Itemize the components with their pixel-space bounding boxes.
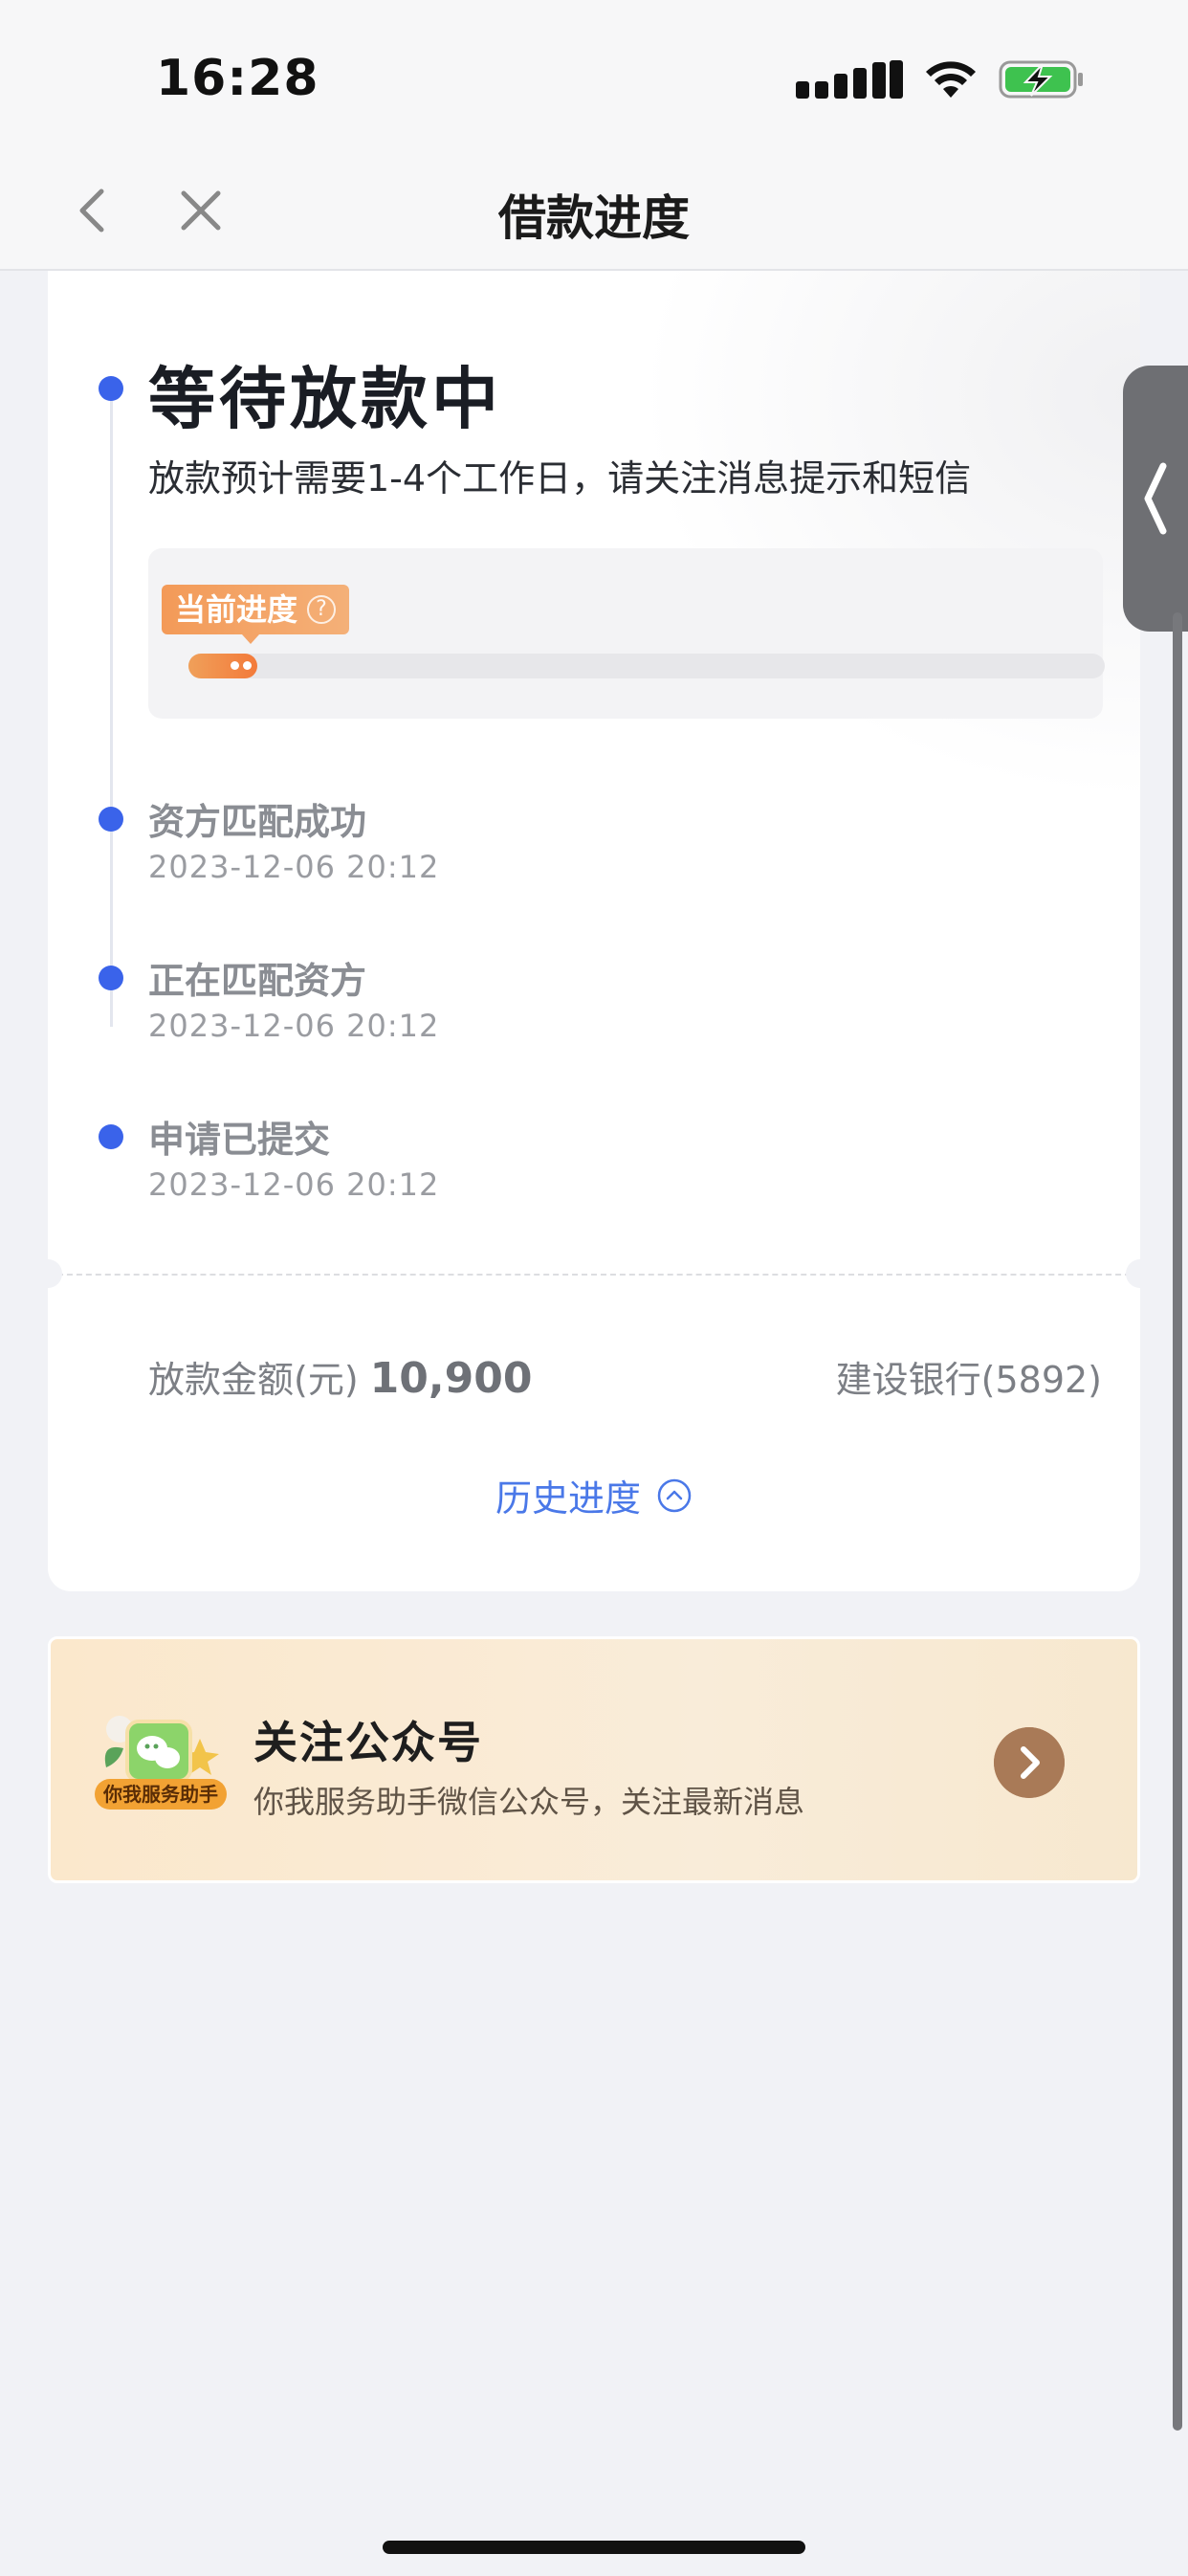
chevron-right-icon[interactable]: [994, 1727, 1065, 1798]
step-title: 申请已提交: [148, 1119, 331, 1161]
current-status-title: 等待放款中: [148, 360, 502, 438]
wifi-icon: [926, 61, 976, 98]
loan-progress-card: 等待放款中 放款预计需要1-4个工作日，请关注消息提示和短信 当前进度 ? 资方…: [48, 271, 1140, 1591]
step-time: 2023-12-06 20:12: [148, 849, 440, 885]
scrollbar[interactable]: [1173, 612, 1182, 2431]
cellular-signal-icon: [796, 60, 903, 99]
step-time: 2023-12-06 20:12: [148, 1166, 440, 1203]
step-title: 正在匹配资方: [148, 960, 367, 1002]
history-progress-link[interactable]: 历史进度: [48, 1469, 1140, 1521]
home-indicator[interactable]: [383, 2541, 805, 2554]
page-title: 借款进度: [498, 190, 690, 246]
nav-bar: 借款进度: [0, 153, 1188, 271]
progress-panel: 当前进度 ?: [148, 548, 1105, 719]
help-question-icon[interactable]: ?: [307, 595, 337, 624]
timeline-line: [110, 386, 113, 1027]
history-progress-label: 历史进度: [495, 1477, 641, 1520]
step-time: 2023-12-06 20:12: [148, 1008, 440, 1044]
step-title: 资方匹配成功: [148, 801, 367, 843]
progress-track: [188, 654, 1105, 678]
side-drawer-handle[interactable]: [1123, 366, 1188, 632]
current-status-subtitle: 放款预计需要1-4个工作日，请关注消息提示和短信: [148, 457, 972, 500]
current-progress-badge[interactable]: 当前进度 ?: [162, 585, 350, 634]
timeline-dot: [99, 966, 123, 990]
timeline-dot-current: [99, 376, 123, 401]
chevron-left-icon: [1144, 462, 1167, 535]
loan-amount-label: 放款金额(元): [148, 1359, 359, 1401]
chevron-up-circle-icon: [657, 1478, 692, 1512]
bank-account: 建设银行(5892): [835, 1359, 1102, 1401]
loan-amount-value: 10,900: [369, 1354, 533, 1403]
status-bar: 16:28: [0, 0, 1188, 153]
progress-badge-label: 当前进度: [175, 591, 298, 628]
service-assistant-logo: 你我服务助手: [95, 1716, 227, 1810]
promo-title: 关注公众号: [253, 1717, 483, 1768]
timeline-dot: [99, 1124, 123, 1149]
timeline-dot: [99, 807, 123, 832]
status-time: 16:28: [156, 50, 319, 107]
status-icons: [796, 57, 1085, 101]
divider: [48, 1274, 1140, 1276]
progress-fill: [188, 654, 257, 678]
promo-subtitle: 你我服务助手微信公众号，关注最新消息: [253, 1784, 805, 1820]
loan-amount: 放款金额(元) 10,900: [148, 1350, 532, 1403]
battery-charging-icon: [999, 60, 1083, 99]
logo-caption: 你我服务助手: [102, 1783, 218, 1806]
follow-official-account-banner[interactable]: 你我服务助手 关注公众号 你我服务助手微信公众号，关注最新消息: [48, 1636, 1140, 1883]
